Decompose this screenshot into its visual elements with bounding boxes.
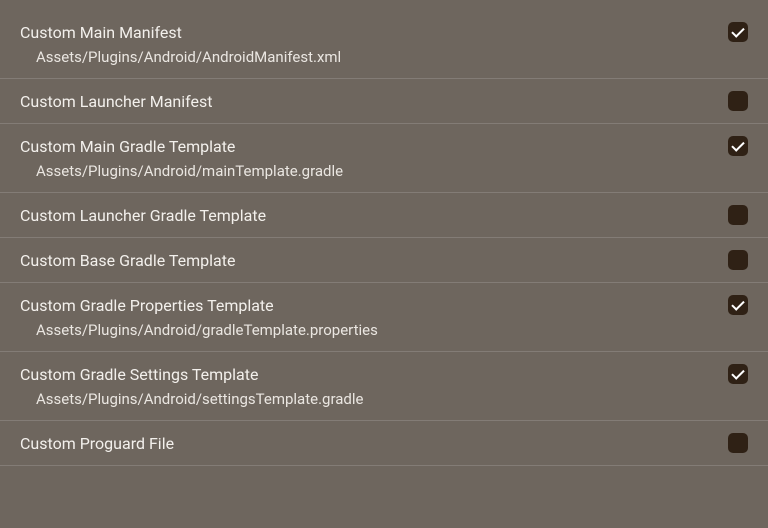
setting-label: Custom Gradle Settings Template	[20, 365, 728, 384]
setting-row-custom-gradle-properties-template: Custom Gradle Properties Template Assets/…	[0, 283, 768, 352]
setting-row-custom-main-manifest: Custom Main Manifest Assets/Plugins/Andro…	[0, 0, 768, 79]
setting-label: Custom Base Gradle Template	[20, 251, 728, 270]
setting-label: Custom Proguard File	[20, 434, 728, 453]
setting-path: Assets/Plugins/Android/settingsTemplate.…	[20, 390, 748, 408]
setting-row-custom-gradle-settings-template: Custom Gradle Settings Template Assets/Pl…	[0, 352, 768, 421]
checkbox-custom-base-gradle-template[interactable]	[728, 250, 748, 270]
setting-path: Assets/Plugins/Android/AndroidManifest.x…	[20, 48, 748, 66]
setting-label: Custom Main Gradle Template	[20, 137, 728, 156]
setting-row-custom-proguard-file: Custom Proguard File	[0, 421, 768, 466]
checkbox-custom-launcher-manifest[interactable]	[728, 91, 748, 111]
setting-label: Custom Main Manifest	[20, 23, 728, 42]
setting-label: Custom Launcher Gradle Template	[20, 206, 728, 225]
checkbox-custom-gradle-properties-template[interactable]	[728, 295, 748, 315]
checkbox-custom-launcher-gradle-template[interactable]	[728, 205, 748, 225]
setting-label: Custom Launcher Manifest	[20, 92, 728, 111]
checkbox-custom-gradle-settings-template[interactable]	[728, 364, 748, 384]
setting-path: Assets/Plugins/Android/mainTemplate.grad…	[20, 162, 748, 180]
setting-row-custom-base-gradle-template: Custom Base Gradle Template	[0, 238, 768, 283]
setting-row-custom-main-gradle-template: Custom Main Gradle Template Assets/Plugin…	[0, 124, 768, 193]
setting-label: Custom Gradle Properties Template	[20, 296, 728, 315]
android-build-settings-list: Custom Main Manifest Assets/Plugins/Andro…	[0, 0, 768, 466]
checkbox-custom-main-gradle-template[interactable]	[728, 136, 748, 156]
checkbox-custom-proguard-file[interactable]	[728, 433, 748, 453]
setting-row-custom-launcher-manifest: Custom Launcher Manifest	[0, 79, 768, 124]
setting-path: Assets/Plugins/Android/gradleTemplate.pr…	[20, 321, 748, 339]
setting-row-custom-launcher-gradle-template: Custom Launcher Gradle Template	[0, 193, 768, 238]
checkbox-custom-main-manifest[interactable]	[728, 22, 748, 42]
